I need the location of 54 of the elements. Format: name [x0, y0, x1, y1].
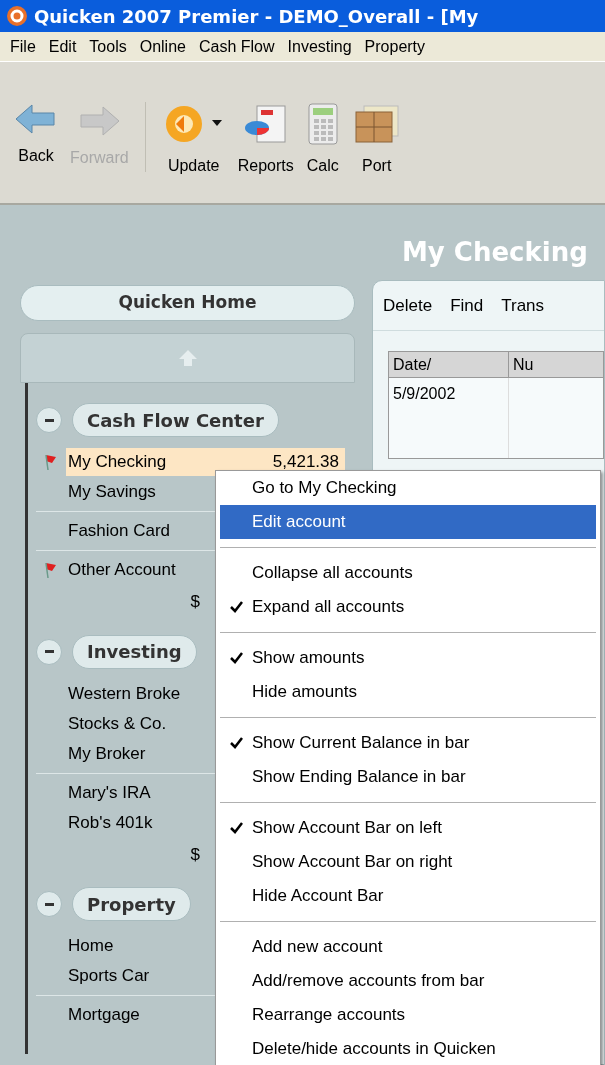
toolbar-button[interactable]: Port	[345, 102, 408, 178]
register-action[interactable]: Find	[450, 292, 484, 319]
menu-item[interactable]: Expand all accounts	[220, 590, 596, 624]
forward-arrow-icon	[77, 104, 122, 138]
checkmark-icon	[229, 737, 243, 749]
menu-item[interactable]: Show Current Balance in bar	[220, 726, 596, 760]
toolbar-button[interactable]: Calc	[299, 102, 346, 178]
menu-bar-item[interactable]: Edit	[48, 34, 77, 59]
table-cell: 5/9/2002	[389, 378, 509, 458]
checkmark-icon	[229, 822, 243, 834]
group-header[interactable]: Property	[72, 887, 191, 921]
menu-item[interactable]: Hide amounts	[220, 675, 596, 709]
back-arrow-icon	[14, 102, 58, 136]
menu-bar-item[interactable]: Cash Flow	[198, 34, 275, 59]
calculator-icon	[305, 102, 340, 146]
collapse-button[interactable]	[36, 638, 62, 665]
register-title: My Checking	[402, 236, 588, 269]
menu-item[interactable]: Collapse all accounts	[220, 556, 596, 590]
collapse-button[interactable]	[36, 407, 62, 433]
menu-item[interactable]: Rearrange accounts	[220, 998, 596, 1032]
checkmark-icon	[229, 601, 243, 613]
toolbar-button[interactable]: Update	[155, 102, 232, 178]
collapse-button[interactable]	[36, 891, 62, 917]
register-action[interactable]: Trans	[501, 292, 545, 319]
group-header[interactable]: Investing	[72, 634, 197, 669]
column-header[interactable]: Date/	[389, 352, 509, 377]
quicken-home-button[interactable]: Quicken Home	[20, 285, 355, 321]
menu-item[interactable]: Show Ending Balance in bar	[220, 760, 596, 794]
group-header[interactable]: Cash Flow Center	[72, 403, 279, 437]
column-header[interactable]: Nu	[509, 352, 603, 377]
menu-bar-item[interactable]: Property	[364, 34, 426, 59]
menu-item[interactable]: Show Account Bar on right	[220, 845, 596, 879]
window-title: Quicken 2007 Premier - DEMO_Overall - [My	[34, 4, 479, 29]
group-total: $	[190, 591, 200, 613]
toolbar-button[interactable]: Reports	[231, 102, 300, 178]
menu-item[interactable]: Hide Account Bar	[220, 879, 596, 913]
menu-item[interactable]: Add new account	[220, 930, 596, 964]
menu-item[interactable]: Show amounts	[220, 641, 596, 675]
menu-item[interactable]: Edit account	[220, 505, 596, 539]
toolbar-button[interactable]: Back	[8, 102, 64, 168]
checkmark-icon	[229, 652, 243, 664]
menu-bar-item[interactable]: File	[10, 34, 36, 59]
flag-icon	[44, 561, 58, 579]
menu-bar-item[interactable]: Investing	[287, 34, 352, 59]
app-logo-icon	[6, 5, 28, 27]
menu-bar-item[interactable]: Online	[139, 34, 186, 59]
menu-item[interactable]: Add/remove accounts from bar	[220, 964, 596, 998]
menu-item[interactable]: Show Account Bar on left	[220, 811, 596, 845]
register-action[interactable]: Delete	[383, 292, 433, 319]
account-row[interactable]: My Checking 5,421.38	[66, 448, 345, 476]
group-total: $	[190, 843, 200, 866]
menu-item[interactable]: Delete/hide accounts in Quicken	[220, 1032, 596, 1065]
flag-icon	[44, 453, 58, 471]
menu-bar-item[interactable]: Tools	[89, 34, 127, 59]
